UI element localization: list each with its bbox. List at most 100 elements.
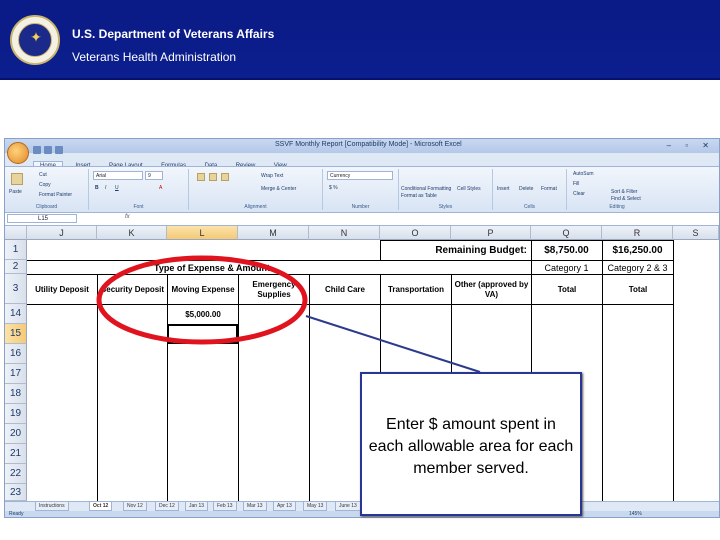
instruction-callout: Enter $ amount spent in each allowable a… bbox=[360, 372, 582, 516]
find-select-button[interactable]: Find & Select bbox=[611, 196, 641, 202]
moving-expense-amount[interactable]: $5,000.00 bbox=[168, 305, 238, 324]
font-name-select[interactable]: Arial bbox=[93, 171, 143, 180]
sheet-tab-feb-13[interactable]: Feb 13 bbox=[213, 502, 237, 511]
grid-line bbox=[309, 274, 310, 501]
clipboard-group: Paste Cut Copy Format Painter Clipboard bbox=[5, 169, 89, 210]
alignment-group: Wrap Text Merge & Center Alignment bbox=[189, 169, 323, 210]
align-middle-icon[interactable] bbox=[209, 173, 217, 181]
column-header-s[interactable]: S bbox=[673, 226, 719, 240]
column-header-l[interactable]: L bbox=[167, 226, 238, 240]
column-header-r[interactable]: R bbox=[602, 226, 673, 240]
group-label: Editing bbox=[609, 204, 625, 210]
zoom-level[interactable]: 145% bbox=[629, 511, 642, 517]
sort-filter-button[interactable]: Sort & Filter bbox=[611, 189, 637, 195]
security-deposit-header: Security Deposit bbox=[100, 284, 165, 294]
column-header-p[interactable]: P bbox=[451, 226, 531, 240]
number-format-select[interactable]: Currency bbox=[327, 171, 393, 180]
cell-q1[interactable]: $8,750.00 bbox=[532, 241, 601, 260]
child-care-header: Child Care bbox=[324, 284, 365, 294]
column-header-n[interactable]: N bbox=[309, 226, 380, 240]
formula-bar: L15 fx bbox=[5, 213, 719, 226]
autosum-button[interactable]: AutoSum bbox=[573, 171, 594, 177]
selected-cell-l15[interactable] bbox=[167, 324, 238, 344]
paste-icon[interactable] bbox=[11, 173, 23, 185]
delete-button[interactable]: Delete bbox=[519, 186, 533, 192]
bold-button[interactable]: B bbox=[95, 185, 99, 191]
group-label: Alignment bbox=[244, 204, 267, 210]
format-painter-button[interactable]: Format Painter bbox=[39, 192, 72, 198]
row-header-16[interactable]: 16 bbox=[5, 344, 27, 364]
cells-group: Insert Delete Format Cells bbox=[493, 169, 567, 210]
type-of-expense-header: Type of Expense & Amount bbox=[153, 262, 270, 273]
remaining-budget-label: Remaining Budget: bbox=[435, 244, 527, 256]
transportation-header: Transportation bbox=[387, 284, 444, 294]
fx-icon[interactable]: fx bbox=[125, 214, 130, 220]
column-header-k[interactable]: K bbox=[97, 226, 167, 240]
select-all-corner[interactable] bbox=[5, 226, 27, 240]
merge-center-button[interactable]: Merge & Center bbox=[261, 186, 296, 192]
grid-line bbox=[238, 274, 239, 501]
sheet-tab-dec-12[interactable]: Dec 12 bbox=[155, 502, 179, 511]
office-button-icon[interactable] bbox=[7, 142, 29, 164]
sheet-tab-nov-12[interactable]: Nov 12 bbox=[123, 502, 147, 511]
row-header-2[interactable]: 2 bbox=[5, 260, 27, 274]
sheet-tab-jan-13[interactable]: Jan 13 bbox=[185, 502, 209, 511]
align-top-icon[interactable] bbox=[197, 173, 205, 181]
format-button[interactable]: Format bbox=[541, 186, 557, 192]
row-header-3[interactable]: 3 bbox=[5, 274, 27, 304]
cell-r1[interactable]: $16,250.00 bbox=[603, 241, 672, 260]
paste-button[interactable]: Paste bbox=[9, 189, 22, 195]
wrap-text-button[interactable]: Wrap Text bbox=[261, 173, 283, 179]
font-size-select[interactable]: 9 bbox=[145, 171, 163, 180]
category-1-label: Category 1 bbox=[544, 262, 589, 273]
column-header-m[interactable]: M bbox=[238, 226, 309, 240]
currency-button[interactable]: $ % bbox=[329, 185, 338, 191]
row-header-15[interactable]: 15 bbox=[5, 324, 27, 344]
number-group: Currency $ % Number bbox=[323, 169, 399, 210]
sheet-tab-apr-13[interactable]: Apr 13 bbox=[273, 502, 296, 511]
fill-button[interactable]: Fill bbox=[573, 181, 579, 187]
row-header-1[interactable]: 1 bbox=[5, 240, 27, 260]
total-r-header: Total bbox=[628, 284, 648, 294]
column-header-q[interactable]: Q bbox=[531, 226, 602, 240]
cut-button[interactable]: Cut bbox=[39, 172, 47, 178]
clear-button[interactable]: Clear bbox=[573, 191, 585, 197]
cell-styles-button[interactable]: Cell Styles bbox=[457, 186, 481, 192]
row-header-21[interactable]: 21 bbox=[5, 444, 27, 464]
group-label: Cells bbox=[523, 204, 536, 210]
sheet-tab-may-13[interactable]: May 13 bbox=[303, 502, 328, 511]
row-header-18[interactable]: 18 bbox=[5, 384, 27, 404]
insert-button[interactable]: Insert bbox=[497, 186, 510, 192]
row-header-20[interactable]: 20 bbox=[5, 424, 27, 444]
window-controls[interactable]: – ▫ ✕ bbox=[667, 141, 715, 150]
sheet-tab-oct-12[interactable]: Oct 12 bbox=[89, 502, 113, 511]
name-box[interactable]: L15 bbox=[7, 214, 77, 223]
utility-deposit-header: Utility Deposit bbox=[35, 284, 89, 294]
row-header-14[interactable]: 14 bbox=[5, 304, 27, 324]
row-header-23[interactable]: 23 bbox=[5, 484, 27, 501]
sheet-tab-mar-13[interactable]: Mar 13 bbox=[243, 502, 267, 511]
italic-button[interactable]: I bbox=[105, 185, 106, 191]
copy-button[interactable]: Copy bbox=[39, 182, 51, 188]
underline-button[interactable]: U bbox=[115, 185, 119, 191]
editing-group: AutoSum Fill Clear Sort & Filter Find & … bbox=[567, 169, 667, 210]
sheet-tab-june-13[interactable]: June 13 bbox=[335, 502, 361, 511]
sheet-tab-instructions[interactable]: Instructions bbox=[35, 502, 69, 511]
title-bar: SSVF Monthly Report [Compatibility Mode]… bbox=[5, 139, 719, 154]
font-color-button[interactable]: A bbox=[159, 185, 162, 191]
row-header-17[interactable]: 17 bbox=[5, 364, 27, 384]
format-as-table-button[interactable]: Format as Table bbox=[401, 193, 437, 199]
column-header-j[interactable]: J bbox=[27, 226, 97, 240]
row-header-22[interactable]: 22 bbox=[5, 464, 27, 484]
conditional-formatting-button[interactable]: Conditional Formatting bbox=[401, 186, 451, 192]
align-bottom-icon[interactable] bbox=[221, 173, 229, 181]
header-banner: ✦ U.S. Department of Veterans Affairs Ve… bbox=[0, 0, 720, 80]
ribbon-tabs: Home Insert Page Layout Formulas Data Re… bbox=[33, 154, 295, 170]
status-text: Ready bbox=[9, 511, 24, 517]
row-header-19[interactable]: 19 bbox=[5, 404, 27, 424]
ribbon: Paste Cut Copy Format Painter Clipboard … bbox=[5, 166, 719, 213]
va-seal-icon: ✦ bbox=[10, 15, 60, 65]
column-header-o[interactable]: O bbox=[380, 226, 451, 240]
quick-access-toolbar[interactable] bbox=[33, 141, 93, 154]
group-label: Styles bbox=[438, 204, 453, 210]
